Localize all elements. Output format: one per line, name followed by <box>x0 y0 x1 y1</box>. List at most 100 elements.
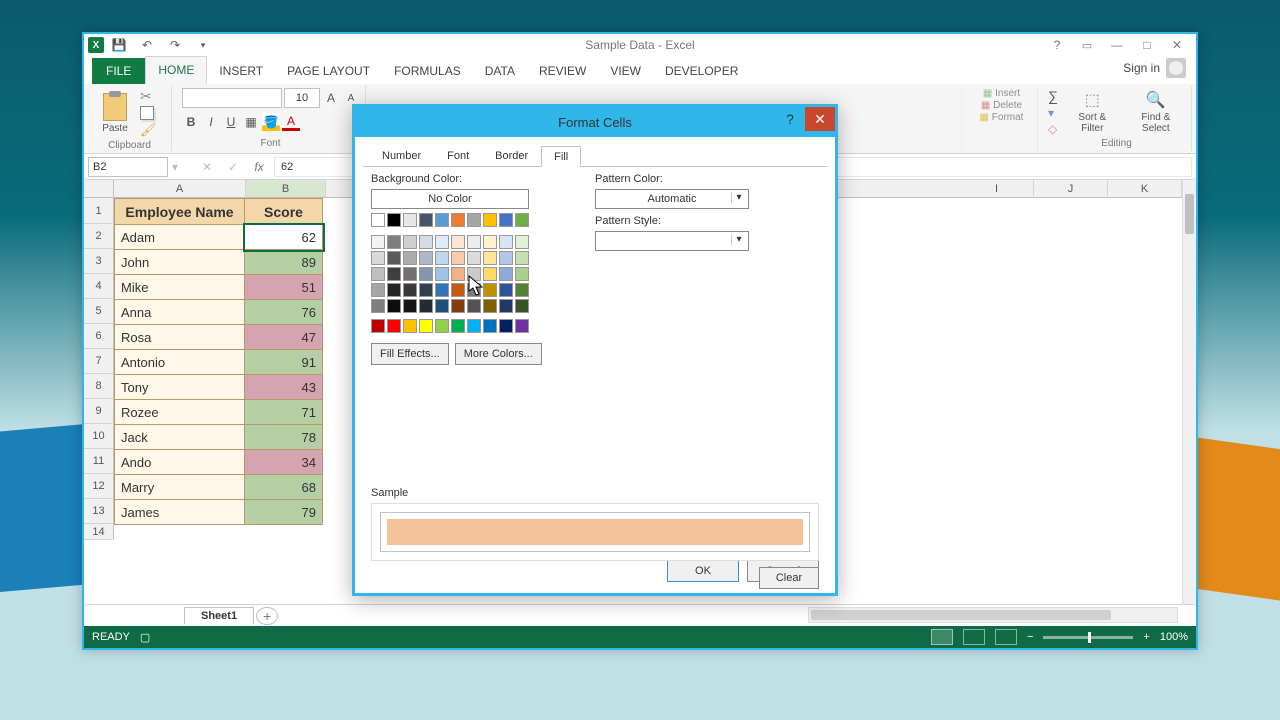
tab-data[interactable]: DATA <box>473 58 527 84</box>
fill-effects-button[interactable]: Fill Effects... <box>371 343 449 365</box>
cell-score[interactable]: 89 <box>245 250 323 275</box>
color-swatch[interactable] <box>483 267 497 281</box>
name-box[interactable]: B2 <box>88 157 168 177</box>
clear-icon[interactable]: ◇ <box>1048 122 1058 136</box>
color-swatch[interactable] <box>451 299 465 313</box>
tab-home[interactable]: HOME <box>145 56 207 84</box>
row-head[interactable]: 6 <box>84 324 114 349</box>
no-color-button[interactable]: No Color <box>371 189 529 209</box>
color-swatch[interactable] <box>387 235 401 249</box>
color-swatch[interactable] <box>435 251 449 265</box>
color-swatch[interactable] <box>499 213 513 227</box>
header-employee-name[interactable]: Employee Name <box>115 199 245 225</box>
row-head[interactable]: 9 <box>84 399 114 424</box>
dialog-tab-number[interactable]: Number <box>369 145 434 166</box>
cell-name[interactable]: Marry <box>115 475 245 500</box>
fx-icon[interactable]: fx <box>248 160 270 174</box>
qat-customize-icon[interactable]: ▾ <box>190 35 216 55</box>
color-swatch[interactable] <box>451 213 465 227</box>
color-swatch[interactable] <box>419 213 433 227</box>
dialog-help-icon[interactable]: ? <box>775 107 805 131</box>
color-swatch[interactable] <box>403 213 417 227</box>
color-swatch[interactable] <box>483 213 497 227</box>
ok-button[interactable]: OK <box>667 560 739 582</box>
copy-icon[interactable] <box>140 106 154 120</box>
col-head-b[interactable]: B <box>246 180 326 198</box>
color-swatch[interactable] <box>451 283 465 297</box>
col-head-j[interactable]: J <box>1034 180 1108 198</box>
zoom-out-icon[interactable]: − <box>1027 631 1033 643</box>
color-swatch[interactable] <box>451 267 465 281</box>
cut-icon[interactable]: ✂ <box>140 88 156 104</box>
page-break-view-icon[interactable] <box>995 629 1017 645</box>
row-head[interactable]: 5 <box>84 299 114 324</box>
format-painter-icon[interactable]: 🖌 <box>140 122 157 138</box>
cell-score[interactable]: 34 <box>245 450 323 475</box>
color-swatch[interactable] <box>371 319 385 333</box>
color-swatch[interactable] <box>515 299 529 313</box>
color-swatch[interactable] <box>419 267 433 281</box>
row-head[interactable]: 12 <box>84 474 114 499</box>
col-head-k[interactable]: K <box>1108 180 1182 198</box>
color-swatch[interactable] <box>403 267 417 281</box>
cell-score[interactable]: 47 <box>245 325 323 350</box>
tab-formulas[interactable]: FORMULAS <box>382 58 473 84</box>
color-swatch[interactable] <box>387 251 401 265</box>
color-swatch[interactable] <box>435 267 449 281</box>
dialog-tab-fill[interactable]: Fill <box>541 146 581 167</box>
normal-view-icon[interactable] <box>931 629 953 645</box>
zoom-level[interactable]: 100% <box>1160 631 1188 643</box>
dialog-tab-border[interactable]: Border <box>482 145 541 166</box>
paste-button[interactable]: Paste <box>94 91 136 136</box>
border-icon[interactable]: ▦ <box>242 113 260 131</box>
fill-icon[interactable]: ▾ <box>1048 106 1058 120</box>
row-head[interactable]: 4 <box>84 274 114 299</box>
cell-name[interactable]: Jack <box>115 425 245 450</box>
color-swatch[interactable] <box>419 235 433 249</box>
tab-insert[interactable]: INSERT <box>207 58 275 84</box>
color-swatch[interactable] <box>403 299 417 313</box>
color-swatch[interactable] <box>371 251 385 265</box>
pattern-color-select[interactable]: Automatic <box>595 189 749 209</box>
color-swatch[interactable] <box>499 267 513 281</box>
color-swatch[interactable] <box>403 251 417 265</box>
color-swatch[interactable] <box>467 267 481 281</box>
color-swatch[interactable] <box>403 235 417 249</box>
row-head[interactable]: 11 <box>84 449 114 474</box>
cell-name[interactable]: Rosa <box>115 325 245 350</box>
color-swatch[interactable] <box>499 251 513 265</box>
cancel-formula-icon[interactable]: ✕ <box>196 160 218 174</box>
help-icon[interactable]: ? <box>1042 35 1072 55</box>
color-swatch[interactable] <box>403 283 417 297</box>
horizontal-scrollbar[interactable] <box>808 607 1178 623</box>
find-select-button[interactable]: 🔍 Find & Select <box>1127 88 1185 136</box>
save-icon[interactable]: 💾 <box>106 35 132 55</box>
more-colors-button[interactable]: More Colors... <box>455 343 542 365</box>
row-head[interactable]: 8 <box>84 374 114 399</box>
color-swatch[interactable] <box>451 319 465 333</box>
cell-score[interactable]: 78 <box>245 425 323 450</box>
clear-button[interactable]: Clear <box>759 567 819 589</box>
color-swatch[interactable] <box>499 283 513 297</box>
color-swatch[interactable] <box>467 235 481 249</box>
color-swatch[interactable] <box>515 319 529 333</box>
color-swatch[interactable] <box>403 319 417 333</box>
underline-button[interactable]: U <box>222 113 240 131</box>
insert-cells-button[interactable]: ▦ Insert <box>983 88 1020 99</box>
delete-cells-button[interactable]: ▦ Delete <box>981 100 1022 111</box>
dialog-tab-font[interactable]: Font <box>434 145 482 166</box>
fill-color-icon[interactable]: 🪣 <box>262 113 280 131</box>
color-swatch[interactable] <box>499 319 513 333</box>
cell-name[interactable]: Anna <box>115 300 245 325</box>
bold-button[interactable]: B <box>182 113 200 131</box>
vertical-scrollbar[interactable] <box>1182 180 1196 604</box>
color-swatch[interactable] <box>371 235 385 249</box>
color-swatch[interactable] <box>515 213 529 227</box>
row-head[interactable]: 2 <box>84 224 114 249</box>
font-size-combo[interactable]: 10 <box>284 88 320 108</box>
color-swatch[interactable] <box>435 213 449 227</box>
color-swatch[interactable] <box>371 299 385 313</box>
color-swatch[interactable] <box>387 299 401 313</box>
header-score[interactable]: Score <box>245 199 323 225</box>
autosum-icon[interactable]: ∑ <box>1048 88 1058 104</box>
